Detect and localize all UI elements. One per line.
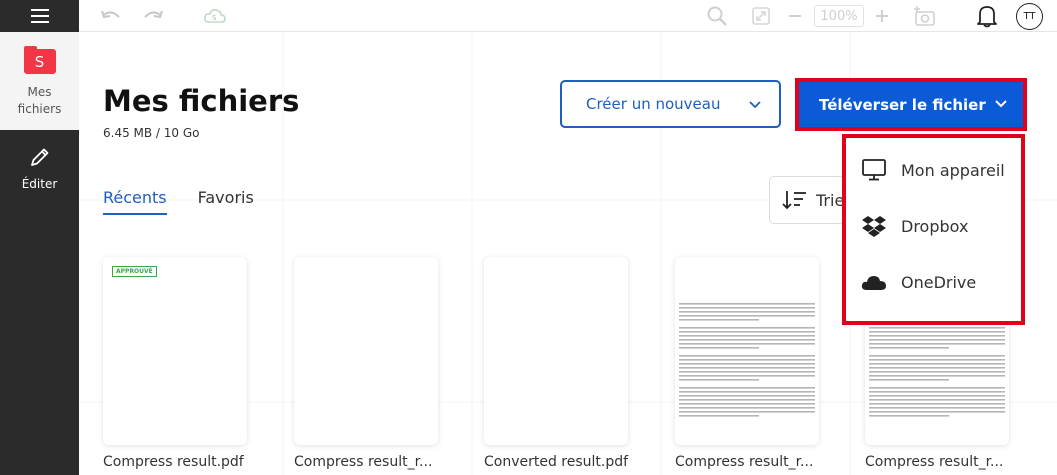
file-name[interactable]: Compress result.pdf — [103, 454, 263, 470]
cloud-save-button[interactable]: S — [201, 0, 229, 32]
hamburger-icon — [30, 9, 49, 23]
menu-item-label: Mon appareil — [901, 160, 1005, 180]
search-icon — [707, 6, 727, 26]
undo-button[interactable] — [97, 0, 125, 32]
chevron-down-icon — [995, 100, 1007, 108]
cloud-save-icon: S — [204, 9, 226, 23]
create-new-button[interactable]: Créer un nouveau — [560, 80, 781, 128]
page-title: Mes fichiers — [103, 84, 300, 118]
folder-logo-icon: S — [23, 46, 56, 74]
zoom-in-button[interactable] — [871, 0, 893, 32]
menu-item-my-device[interactable]: Mon appareil — [846, 142, 1021, 198]
nav-edit-label: Éditer — [21, 177, 58, 191]
fit-screen-icon — [752, 7, 770, 25]
sort-label: Trie — [816, 190, 845, 210]
dropbox-icon — [862, 216, 886, 237]
nav-my-files[interactable]: S Mes fichiers — [0, 32, 79, 130]
minus-icon — [789, 15, 801, 17]
svg-text:S: S — [212, 14, 217, 22]
sort-icon — [782, 191, 806, 210]
monitor-icon — [862, 159, 886, 181]
plus-icon — [876, 10, 888, 22]
file-card[interactable] — [294, 257, 438, 445]
storage-usage: 6.45 MB / 10 Go — [103, 126, 200, 140]
file-card[interactable]: APPROUVÉ — [103, 257, 247, 445]
app: S Mes fichiers Éditer S 100% TT Mes fich… — [0, 0, 1057, 475]
add-photo-icon — [914, 6, 935, 26]
logo-letter: S — [23, 49, 56, 74]
fit-screen-button[interactable] — [747, 0, 775, 32]
add-photo-button[interactable] — [911, 0, 939, 32]
file-name[interactable]: Converted result.pdf — [484, 454, 644, 470]
zoom-level-field[interactable]: 100% — [814, 5, 864, 27]
menu-item-dropbox[interactable]: Dropbox — [846, 198, 1021, 254]
file-card[interactable] — [484, 257, 628, 445]
user-avatar[interactable]: TT — [1016, 3, 1043, 30]
upload-file-button[interactable]: Téléverser le fichier — [799, 82, 1023, 127]
redo-icon — [144, 10, 163, 19]
document-thumbnail — [679, 303, 815, 417]
nav-my-files-label: Mes fichiers — [17, 85, 62, 116]
nav-edit[interactable]: Éditer — [0, 140, 79, 200]
pencil-icon — [30, 148, 48, 166]
chevron-down-icon — [749, 101, 761, 109]
create-new-label: Créer un nouveau — [586, 95, 721, 113]
file-name[interactable]: Compress result_r... — [675, 454, 835, 470]
notifications-button[interactable] — [973, 0, 1001, 32]
upload-file-label: Téléverser le fichier — [819, 95, 986, 114]
search-button[interactable] — [703, 0, 731, 32]
file-tabs: Récents Favoris — [103, 188, 285, 215]
top-toolbar: S 100% TT — [79, 0, 1057, 32]
menu-button[interactable] — [0, 0, 79, 32]
tab-recent[interactable]: Récents — [103, 188, 167, 215]
approved-stamp: APPROUVÉ — [112, 266, 157, 277]
file-card[interactable] — [675, 257, 819, 445]
bell-icon — [977, 6, 997, 28]
sidebar: S Mes fichiers Éditer — [0, 0, 79, 475]
file-name[interactable]: Compress result_r... — [294, 454, 454, 470]
onedrive-icon — [861, 276, 886, 290]
undo-icon — [101, 10, 120, 19]
menu-item-onedrive[interactable]: OneDrive — [846, 254, 1021, 310]
redo-button[interactable] — [139, 0, 167, 32]
menu-item-label: Dropbox — [901, 216, 969, 236]
tab-favorites[interactable]: Favoris — [198, 188, 254, 215]
menu-item-label: OneDrive — [901, 272, 977, 292]
file-name[interactable]: Compress result_r... — [865, 454, 1025, 470]
zoom-out-button[interactable] — [784, 0, 806, 32]
